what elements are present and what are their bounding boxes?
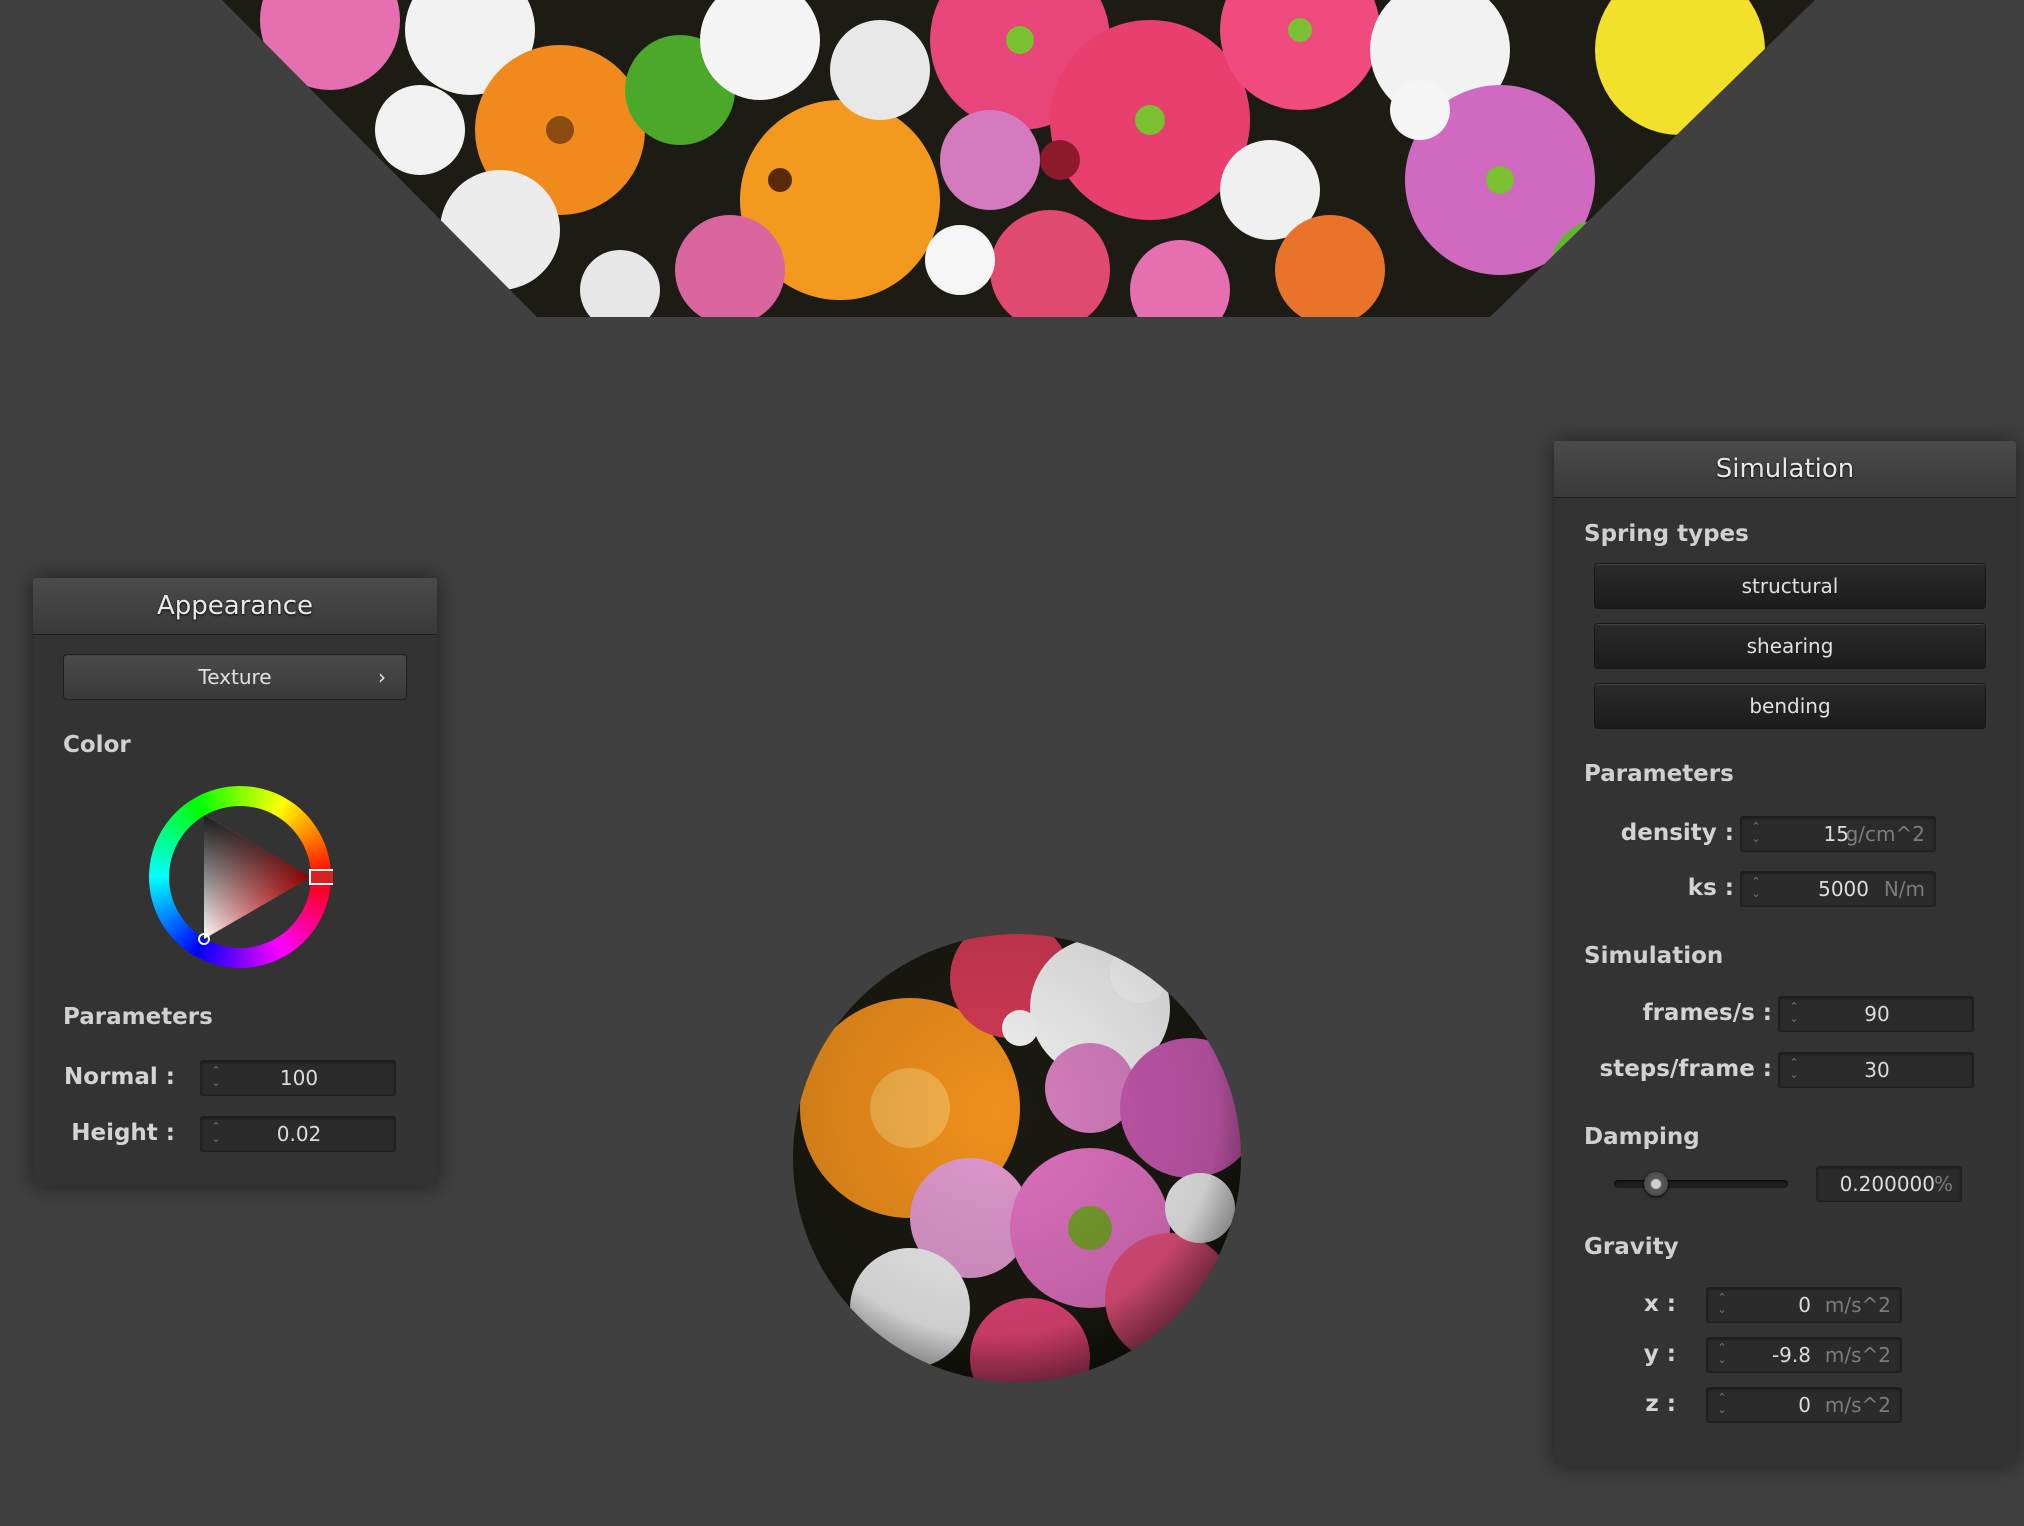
- normal-value: 100: [279, 1066, 319, 1090]
- height-value: 0.02: [276, 1122, 322, 1146]
- simulation-section-label: Simulation: [1584, 943, 1724, 969]
- textured-sphere: [793, 934, 1241, 1382]
- ks-label: ks :: [1687, 875, 1734, 901]
- gravity-z-label: z :: [1645, 1391, 1676, 1417]
- appearance-panel-title: Appearance: [33, 578, 437, 635]
- simulation-panel-title: Simulation: [1554, 441, 2016, 498]
- gravity-y-unit: m/s^2: [1824, 1343, 1891, 1367]
- height-label: Height :: [71, 1120, 175, 1146]
- bending-button-label: bending: [1749, 694, 1831, 718]
- appearance-panel: Appearance Texture › Color Parameters No…: [33, 578, 437, 1186]
- structural-button[interactable]: structural: [1594, 563, 1986, 609]
- damping-unit: %: [1933, 1172, 1953, 1196]
- steps-input[interactable]: ⌃ ⌄ 30: [1778, 1052, 1974, 1088]
- spinner-icon: ⌃ ⌄: [1717, 1341, 1727, 1366]
- gravity-y-label: y :: [1643, 1341, 1676, 1367]
- chevron-right-icon: ›: [378, 665, 386, 689]
- spring-types-label: Spring types: [1584, 521, 1749, 547]
- spinner-icon: ⌃ ⌄: [1717, 1291, 1727, 1316]
- frames-input[interactable]: ⌃ ⌄ 90: [1778, 996, 1974, 1032]
- steps-value: 30: [1864, 1058, 1890, 1082]
- ks-input[interactable]: ⌃ ⌄ 5000 N/m: [1740, 871, 1936, 907]
- density-label: density :: [1620, 820, 1734, 846]
- density-unit: g/cm^2: [1845, 822, 1925, 846]
- damping-input[interactable]: 0.200000 %: [1816, 1166, 1962, 1202]
- shearing-button[interactable]: shearing: [1594, 623, 1986, 669]
- color-section-label: Color: [63, 732, 131, 758]
- normal-label: Normal :: [64, 1064, 175, 1090]
- gravity-y-input[interactable]: ⌃ ⌄ -9.8 m/s^2: [1706, 1337, 1902, 1373]
- structural-button-label: structural: [1741, 574, 1839, 598]
- gravity-x-value: 0: [1798, 1293, 1811, 1317]
- normal-input[interactable]: ⌃ ⌄ 100: [200, 1060, 396, 1096]
- damping-label: Damping: [1584, 1124, 1700, 1150]
- gravity-x-input[interactable]: ⌃ ⌄ 0 m/s^2: [1706, 1287, 1902, 1323]
- appearance-parameters-label: Parameters: [63, 1004, 213, 1030]
- damping-slider-knob[interactable]: [1644, 1172, 1668, 1196]
- shearing-button-label: shearing: [1746, 634, 1834, 658]
- frames-label: frames/s :: [1642, 1000, 1772, 1026]
- steps-label: steps/frame :: [1599, 1056, 1772, 1082]
- texture-button-label: Texture: [198, 665, 272, 689]
- gravity-x-label: x :: [1643, 1291, 1676, 1317]
- texture-popup-button[interactable]: Texture ›: [63, 654, 407, 700]
- spinner-icon: ⌃ ⌄: [1717, 1391, 1727, 1416]
- spinner-icon: ⌃ ⌄: [1751, 820, 1761, 845]
- gravity-z-unit: m/s^2: [1824, 1393, 1891, 1417]
- damping-slider[interactable]: [1614, 1180, 1788, 1188]
- frames-value: 90: [1864, 1002, 1890, 1026]
- ks-value: 5000: [1818, 877, 1869, 901]
- ks-unit: N/m: [1883, 877, 1925, 901]
- gravity-y-value: -9.8: [1771, 1343, 1811, 1367]
- gravity-z-value: 0: [1798, 1393, 1811, 1417]
- gravity-z-input[interactable]: ⌃ ⌄ 0 m/s^2: [1706, 1387, 1902, 1423]
- gravity-label: Gravity: [1584, 1234, 1679, 1260]
- bending-button[interactable]: bending: [1594, 683, 1986, 729]
- color-wheel[interactable]: [147, 784, 333, 970]
- cloth-mesh: [222, 0, 1815, 317]
- height-input[interactable]: ⌃ ⌄ 0.02: [200, 1116, 396, 1152]
- spinner-icon: ⌃ ⌄: [1751, 875, 1761, 900]
- damping-value: 0.200000: [1839, 1172, 1935, 1196]
- gravity-x-unit: m/s^2: [1824, 1293, 1891, 1317]
- density-input[interactable]: ⌃ ⌄ 15 g/cm^2: [1740, 816, 1936, 852]
- slider-knob-dot: [1651, 1179, 1661, 1189]
- simulation-panel: Simulation Spring types structural shear…: [1554, 441, 2016, 1465]
- sim-parameters-label: Parameters: [1584, 761, 1734, 787]
